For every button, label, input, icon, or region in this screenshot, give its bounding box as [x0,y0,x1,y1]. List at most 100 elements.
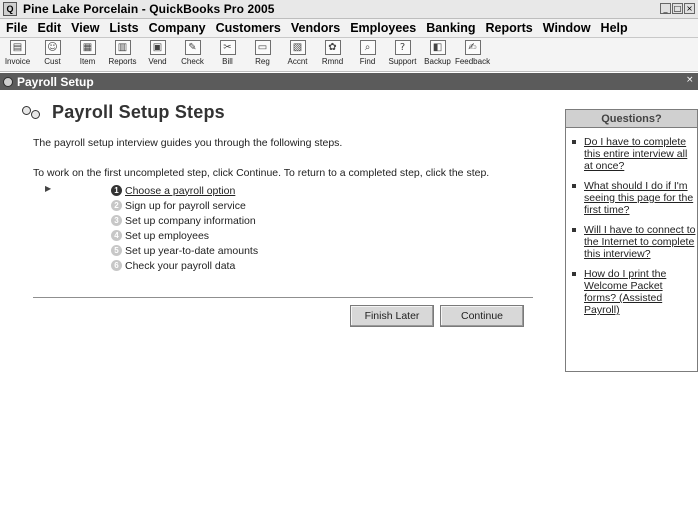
questions-title: Questions? [566,110,697,128]
close-button[interactable]: × [684,3,695,14]
step-number: 4 [111,230,122,241]
toolbar-reminder-button[interactable]: ✿ Rmnd [315,38,350,71]
bill-icon: ✂ [219,40,236,55]
menu-window[interactable]: Window [539,21,597,35]
app-icon[interactable]: Q [3,2,17,16]
step-number: 5 [111,245,122,256]
step-item: 3 Set up company information [45,213,315,228]
step-item: 4 Set up employees [45,228,315,243]
title-bar: Q Pine Lake Porcelain - QuickBooks Pro 2… [0,0,698,19]
current-step-arrow-icon: ▶ [45,184,52,193]
minimize-button[interactable]: _ [660,3,671,14]
page-heading: Payroll Setup Steps [22,102,225,123]
icon-toolbar: ▤ Invoice ☺ Cust ▦ Item ▥ Reports ▣ Vend… [0,38,698,72]
close-icon[interactable]: × [686,75,696,86]
steps-list: ▶ 1 Choose a payroll option 2 Sign up fo… [45,183,315,273]
menu-bar: File Edit View Lists Company Customers V… [0,19,698,38]
step-number: 1 [111,185,122,196]
toolbar-label: Check [181,57,204,66]
payroll-setup-window-header: Payroll Setup × [0,73,698,90]
step-number: 6 [111,260,122,271]
finish-later-button[interactable]: Finish Later [350,305,434,327]
register-icon: ▭ [254,40,271,55]
question-link[interactable]: Will I have to connect to the Internet t… [572,224,696,260]
toolbar-label: Cust [44,57,61,66]
customer-icon: ☺ [44,40,61,55]
menu-help[interactable]: Help [597,21,634,35]
menu-reports[interactable]: Reports [482,21,539,35]
find-icon: ⌕ [359,40,376,55]
menu-view[interactable]: View [67,21,105,35]
toolbar-vendor-button[interactable]: ▣ Vend [140,38,175,71]
toolbar-label: Vend [148,57,167,66]
reminder-icon: ✿ [324,40,341,55]
menu-employees[interactable]: Employees [346,21,422,35]
toolbar-label: Item [79,57,96,66]
item-icon: ▦ [79,40,96,55]
toolbar-label: Accnt [287,57,308,66]
divider [33,297,533,298]
step-link[interactable]: Choose a payroll option [125,185,235,197]
questions-panel: Questions? Do I have to complete this en… [565,109,698,372]
continue-button[interactable]: Continue [440,305,524,327]
menu-banking[interactable]: Banking [422,21,481,35]
payroll-setup-content: Payroll Setup Steps The payroll setup in… [0,90,698,527]
toolbar-label: Rmnd [321,57,344,66]
step-number: 2 [111,200,122,211]
question-link[interactable]: How do I print the Welcome Packet forms?… [572,268,696,316]
toolbar-account-button[interactable]: ▧ Accnt [280,38,315,71]
toolbar-reports-button[interactable]: ▥ Reports [105,38,140,71]
question-link[interactable]: Do I have to complete this entire interv… [572,136,696,172]
toolbar-backup-button[interactable]: ◧ Backup [420,38,455,71]
step-item: 6 Check your payroll data [45,258,315,273]
toolbar-check-button[interactable]: ✎ Check [175,38,210,71]
toolbar-label: Invoice [4,57,31,66]
toolbar-invoice-button[interactable]: ▤ Invoice [0,38,35,71]
toolbar-label: Support [388,57,417,66]
toolbar-label: Bill [222,57,233,66]
intro-text: The payroll setup interview guides you t… [33,137,343,149]
question-link[interactable]: What should I do if I'm seeing this page… [572,180,696,216]
toolbar-label: Feedback [454,57,491,66]
step-label: Set up year-to-date amounts [125,244,259,257]
step-label: Set up employees [125,229,210,242]
menu-file[interactable]: File [2,21,34,35]
toolbar-label: Backup [424,57,451,66]
step-label: Set up company information [125,214,256,227]
menu-vendors[interactable]: Vendors [287,21,346,35]
menu-lists[interactable]: Lists [105,21,144,35]
payroll-setup-icon [3,76,13,87]
step-item[interactable]: ▶ 1 Choose a payroll option [45,183,315,198]
reports-icon: ▥ [114,40,131,55]
support-icon: ? [394,40,411,55]
step-label: Check your payroll data [125,259,236,272]
toolbar-register-button[interactable]: ▭ Reg [245,38,280,71]
toolbar-label: Reg [255,57,270,66]
toolbar-label: Find [359,57,376,66]
toolbar-item-button[interactable]: ▦ Item [70,38,105,71]
step-item: 2 Sign up for payroll service [45,198,315,213]
account-icon: ▧ [289,40,306,55]
page-title: Payroll Setup Steps [52,102,225,122]
toolbar-find-button[interactable]: ⌕ Find [350,38,385,71]
vendor-icon: ▣ [149,40,166,55]
toolbar-customer-button[interactable]: ☺ Cust [35,38,70,71]
check-icon: ✎ [184,40,201,55]
window-title: Pine Lake Porcelain - QuickBooks Pro 200… [23,2,275,16]
invoice-icon: ▤ [9,40,26,55]
people-icon [22,104,44,122]
step-item: 5 Set up year-to-date amounts [45,243,315,258]
toolbar-bill-button[interactable]: ✂ Bill [210,38,245,71]
maximize-button[interactable]: □ [672,3,683,14]
payroll-setup-window-title: Payroll Setup [17,74,94,89]
window-controls: _ □ × [660,3,695,14]
menu-edit[interactable]: Edit [34,21,68,35]
menu-customers[interactable]: Customers [212,21,287,35]
backup-icon: ◧ [429,40,446,55]
menu-company[interactable]: Company [145,21,212,35]
toolbar-feedback-button[interactable]: ✍ Feedback [455,38,490,71]
toolbar-support-button[interactable]: ? Support [385,38,420,71]
step-number: 3 [111,215,122,226]
step-label: Sign up for payroll service [125,199,246,212]
instruction-text: To work on the first uncompleted step, c… [33,167,490,179]
